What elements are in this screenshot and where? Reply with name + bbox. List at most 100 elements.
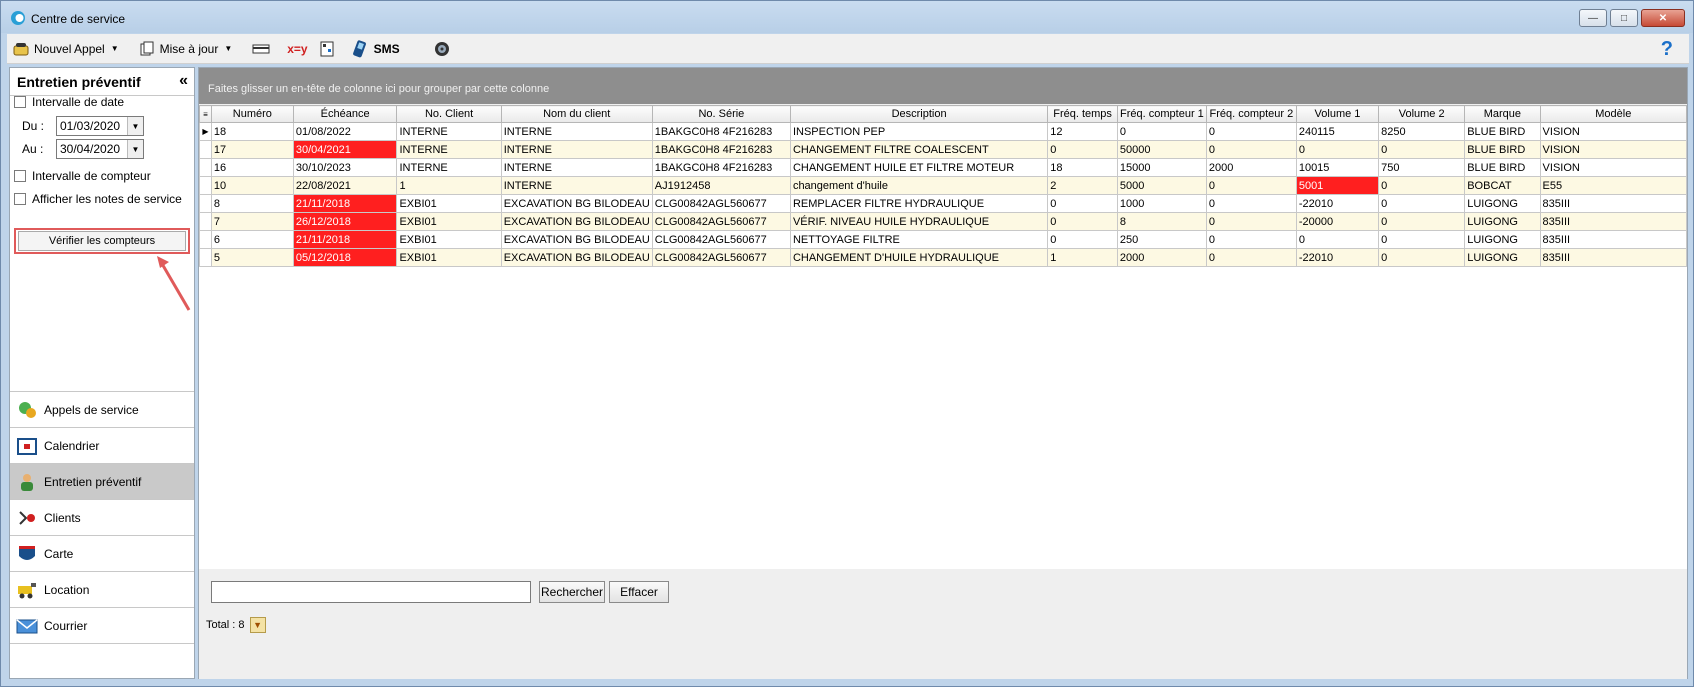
table-cell[interactable]: BLUE BIRD	[1464, 122, 1541, 141]
table-cell[interactable]: EXBI01	[396, 212, 502, 231]
column-header[interactable]: Marque	[1464, 105, 1541, 123]
table-cell[interactable]: 1	[396, 176, 502, 195]
table-cell[interactable]: INSPECTION PEP	[789, 122, 1049, 141]
row-selector[interactable]	[199, 212, 212, 231]
search-input[interactable]	[211, 581, 531, 603]
table-cell[interactable]: 0	[1205, 248, 1297, 267]
dropdown-arrow-icon[interactable]: ▼	[127, 140, 143, 158]
show-notes-row[interactable]: Afficher les notes de service	[14, 192, 182, 206]
new-call-dropdown-icon[interactable]: ▼	[111, 44, 119, 53]
nav-item-preventive-maintenance[interactable]: Entretien préventif	[10, 463, 194, 499]
table-cell[interactable]: 22/08/2021	[292, 176, 398, 195]
minimize-button[interactable]: —	[1579, 9, 1607, 27]
nav-item-mail[interactable]: Courrier	[10, 607, 194, 643]
row-selector[interactable]	[199, 230, 212, 249]
table-cell[interactable]: 8	[210, 194, 294, 213]
group-by-bar[interactable]: Faites glisser un en-tête de colonne ici…	[199, 68, 1687, 104]
table-cell[interactable]: 0	[1205, 176, 1297, 195]
table-cell[interactable]: 1000	[1116, 194, 1207, 213]
table-cell[interactable]: 0	[1378, 194, 1466, 213]
current-row-indicator-icon[interactable]: ▶	[199, 122, 212, 141]
table-cell[interactable]: 5001	[1295, 176, 1380, 195]
date-interval-row[interactable]: Intervalle de date	[14, 95, 124, 109]
dropdown-arrow-icon[interactable]: ▼	[127, 117, 143, 135]
table-cell[interactable]: 18	[210, 122, 294, 141]
table-cell[interactable]: 835III	[1539, 248, 1688, 267]
table-cell[interactable]: CLG00842AGL560677	[651, 248, 791, 267]
table-cell[interactable]: LUIGONG	[1464, 194, 1541, 213]
nav-item-map[interactable]: Carte	[10, 535, 194, 571]
table-cell[interactable]: 17	[210, 140, 294, 159]
table-cell[interactable]: -22010	[1295, 248, 1380, 267]
column-header[interactable]: Échéance	[292, 105, 398, 123]
table-cell[interactable]: 30/10/2023	[292, 158, 398, 177]
column-header[interactable]: Volume 2	[1378, 105, 1466, 123]
table-row[interactable]: 16 30/10/2023 INTERNE INTERNE 1BAKGC0H8 4F21…	[199, 158, 1688, 177]
table-cell[interactable]: -22010	[1295, 194, 1380, 213]
table-cell[interactable]: CLG00842AGL560677	[651, 194, 791, 213]
table-cell[interactable]: 0	[1378, 176, 1466, 195]
table-cell[interactable]: INTERNE	[500, 140, 653, 159]
table-row[interactable]: 5 05/12/2018 EXBI01 EXCAVATION BG BILODEAU C…	[199, 248, 1688, 267]
maximize-button[interactable]: □	[1610, 9, 1638, 27]
table-cell[interactable]: 2000	[1205, 158, 1297, 177]
formula-button[interactable]: x=y	[281, 37, 313, 61]
table-cell[interactable]: INTERNE	[396, 140, 502, 159]
table-cell[interactable]: EXBI01	[396, 248, 502, 267]
row-selector[interactable]	[199, 176, 212, 195]
table-cell[interactable]: -20000	[1295, 212, 1380, 231]
table-cell[interactable]: 750	[1378, 158, 1466, 177]
table-cell[interactable]: changement d'huile	[789, 176, 1049, 195]
table-cell[interactable]: 7	[210, 212, 294, 231]
table-cell[interactable]: EXCAVATION BG BILODEAU	[500, 248, 653, 267]
column-header[interactable]: Fréq. compteur 1	[1116, 105, 1207, 123]
nav-item-calendar[interactable]: Calendrier	[10, 427, 194, 463]
column-header[interactable]: Fréq. compteur 2	[1205, 105, 1297, 123]
table-cell[interactable]: 2000	[1116, 248, 1207, 267]
table-cell[interactable]: 1BAKGC0H8 4F216283	[651, 158, 791, 177]
table-cell[interactable]: 6	[210, 230, 294, 249]
table-cell[interactable]: VISION	[1539, 158, 1688, 177]
table-cell[interactable]: 0	[1116, 122, 1207, 141]
filter-icon[interactable]: ▼	[249, 617, 266, 633]
clear-button[interactable]: Effacer	[609, 581, 669, 603]
column-chooser-icon[interactable]: ≡	[199, 105, 212, 123]
row-selector[interactable]	[199, 194, 212, 213]
table-cell[interactable]: BLUE BIRD	[1464, 140, 1541, 159]
table-cell[interactable]: 0	[1205, 140, 1297, 159]
table-cell[interactable]: 10015	[1295, 158, 1380, 177]
table-cell[interactable]: 5000	[1116, 176, 1207, 195]
table-cell[interactable]: 05/12/2018	[292, 248, 398, 267]
column-header[interactable]: Description	[789, 105, 1049, 123]
new-call-button[interactable]: Nouvel Appel ▼	[7, 37, 133, 61]
table-cell[interactable]: 16	[210, 158, 294, 177]
date-from-picker[interactable]: 01/03/2020 ▼	[56, 116, 144, 136]
table-cell[interactable]: 10	[210, 176, 294, 195]
table-cell[interactable]: 30/04/2021	[292, 140, 398, 159]
row-selector[interactable]	[199, 140, 212, 159]
table-cell[interactable]: 250	[1116, 230, 1207, 249]
column-header[interactable]: No. Série	[651, 105, 791, 123]
table-cell[interactable]: 0	[1047, 194, 1118, 213]
table-cell[interactable]: CLG00842AGL560677	[651, 230, 791, 249]
table-cell[interactable]: EXBI01	[396, 194, 502, 213]
column-header[interactable]: Fréq. temps	[1047, 105, 1118, 123]
table-cell[interactable]: 8250	[1378, 122, 1466, 141]
table-cell[interactable]: 5	[210, 248, 294, 267]
show-notes-checkbox[interactable]	[14, 193, 26, 205]
table-cell[interactable]: CHANGEMENT HUILE ET FILTRE MOTEUR	[789, 158, 1049, 177]
column-header[interactable]: Numéro	[210, 105, 294, 123]
table-cell[interactable]: 0	[1378, 212, 1466, 231]
update-dropdown-icon[interactable]: ▼	[224, 44, 232, 53]
table-cell[interactable]: INTERNE	[500, 176, 653, 195]
table-cell[interactable]: EXCAVATION BG BILODEAU	[500, 212, 653, 231]
table-row[interactable]: 8 21/11/2018 EXBI01 EXCAVATION BG BILODEAU C…	[199, 194, 1688, 213]
help-icon[interactable]: ?	[1661, 38, 1673, 61]
nav-item-clients[interactable]: Clients	[10, 499, 194, 535]
close-button[interactable]: ✕	[1641, 9, 1685, 27]
table-cell[interactable]: 1	[1047, 248, 1118, 267]
table-cell[interactable]: EXCAVATION BG BILODEAU	[500, 230, 653, 249]
table-cell[interactable]: 0	[1205, 212, 1297, 231]
table-cell[interactable]: 01/08/2022	[292, 122, 398, 141]
table-cell[interactable]: VISION	[1539, 140, 1688, 159]
